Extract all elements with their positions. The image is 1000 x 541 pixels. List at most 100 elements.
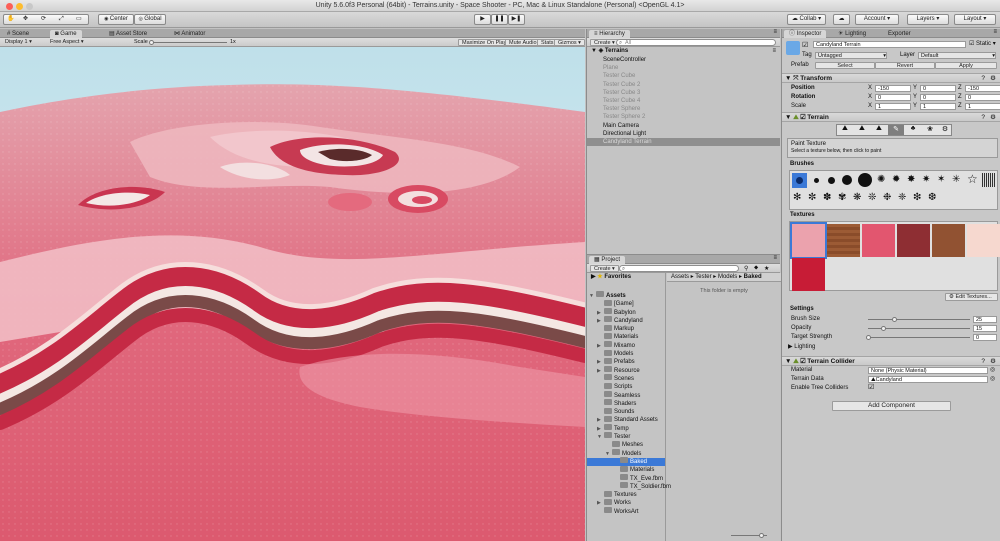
help-icon[interactable]: ? xyxy=(981,357,985,366)
project-folder-item[interactable]: Materials xyxy=(587,332,665,341)
project-folder-item[interactable]: Sounds xyxy=(587,407,665,416)
hierarchy-item[interactable]: SceneController xyxy=(587,56,780,64)
prefab-apply-button[interactable]: Apply xyxy=(935,62,997,69)
brush-icon[interactable] xyxy=(842,175,852,185)
layers-dropdown[interactable]: Layers ▾ xyxy=(907,14,949,25)
setting-slider-track[interactable] xyxy=(868,337,970,338)
smooth-height-icon[interactable]: ⛰ xyxy=(871,125,887,135)
prefab-revert-button[interactable]: Revert xyxy=(875,62,935,69)
project-folder-item[interactable]: Baked xyxy=(587,457,665,467)
texture-swatch[interactable] xyxy=(862,224,895,257)
project-folder-item[interactable]: ▶ Candyland xyxy=(587,316,665,325)
icon-size-slider-knob[interactable] xyxy=(759,533,764,538)
terrain-header[interactable]: ▼ ⛰ ☑ Terrain ? ⚙ xyxy=(782,112,1000,122)
hand-tool-icon[interactable]: ✋ xyxy=(7,15,14,24)
maximize-on-play-toggle[interactable]: Maximize On Play xyxy=(458,39,511,46)
transform-x-field[interactable]: 1 xyxy=(875,103,911,110)
transform-z-field[interactable]: -150 xyxy=(965,85,1000,92)
expand-arrow-icon[interactable]: ▶ xyxy=(597,358,601,366)
brush-icon[interactable]: ✸ xyxy=(907,174,915,185)
expand-arrow-icon[interactable]: ▶ xyxy=(597,309,601,317)
tab-inspector[interactable]: ⓘ Inspector xyxy=(784,30,827,38)
hierarchy-item[interactable]: Tester Cube 3 xyxy=(587,89,780,97)
texture-swatch[interactable] xyxy=(897,224,930,257)
project-folder-item[interactable]: WorksArt xyxy=(587,507,665,516)
brush-icon[interactable]: ❇ xyxy=(913,192,921,203)
expand-arrow-icon[interactable]: ▼ xyxy=(605,450,610,458)
display-dropdown[interactable]: Display 1 ▾ xyxy=(2,39,44,46)
paint-height-icon[interactable]: ⛰ xyxy=(854,125,870,135)
cloud-button[interactable]: ☁ xyxy=(833,14,850,25)
hierarchy-item[interactable]: Tester Cube xyxy=(587,72,780,80)
transform-z-field[interactable]: 1 xyxy=(965,103,1000,110)
object-picker-icon[interactable]: ◎ xyxy=(990,366,995,374)
expand-arrow-icon[interactable]: ▼ xyxy=(597,433,602,441)
project-folder-item[interactable]: ▶ Babylon xyxy=(587,308,665,317)
brush-icon[interactable]: ✻ xyxy=(793,192,801,203)
hierarchy-item[interactable]: Candyland Terrain xyxy=(587,137,780,147)
hierarchy-search-input[interactable]: ⌕ All xyxy=(616,39,776,46)
project-folder-item[interactable]: Models xyxy=(587,349,665,358)
prefab-select-button[interactable]: Select xyxy=(815,62,875,69)
project-search-input[interactable]: ⌕ xyxy=(619,265,739,272)
transform-y-field[interactable]: 1 xyxy=(920,103,956,110)
expand-arrow-icon[interactable]: ▼ xyxy=(589,292,594,300)
scene-header[interactable]: ▼ ◈ Terrains ≡ xyxy=(587,47,780,56)
setting-slider-knob[interactable] xyxy=(881,326,887,331)
project-folder-item[interactable]: ▼ Tester xyxy=(587,432,665,441)
expand-arrow-icon[interactable]: ▶ xyxy=(597,499,601,507)
help-icon[interactable]: ? xyxy=(981,74,985,83)
breadcrumb-item[interactable]: Tester xyxy=(695,274,711,280)
brush-icon[interactable] xyxy=(796,177,803,184)
transform-header[interactable]: ▼ ⤧ Transform ? ⚙ xyxy=(782,73,1000,83)
pivot-toggle-button[interactable]: ◉ Center xyxy=(98,14,134,25)
layer-dropdown[interactable]: Default ▾ xyxy=(918,52,996,59)
collab-button[interactable]: ☁ Collab ▾ xyxy=(787,14,826,25)
raise-terrain-icon[interactable]: ⛰ xyxy=(837,125,853,135)
layout-dropdown[interactable]: Layout ▾ xyxy=(954,14,996,25)
breadcrumb-item[interactable]: Baked xyxy=(744,274,762,280)
brush-icon[interactable]: ❆ xyxy=(928,192,936,203)
brush-icon[interactable]: ❊ xyxy=(868,192,876,203)
hierarchy-item[interactable]: Plane xyxy=(587,64,780,72)
tab-hierarchy[interactable]: ≡ Hierarchy xyxy=(589,30,630,38)
hierarchy-item[interactable]: Tester Cube 2 xyxy=(587,81,780,89)
active-checkbox[interactable]: ☑ xyxy=(802,41,808,49)
game-view-render[interactable] xyxy=(0,47,585,541)
static-checkbox[interactable]: ☑ Static ▾ xyxy=(969,40,996,48)
texture-swatch[interactable] xyxy=(932,224,965,257)
transform-x-field[interactable]: -150 xyxy=(875,85,911,92)
project-folder-item[interactable]: Shaders xyxy=(587,399,665,408)
breadcrumb-item[interactable]: Assets xyxy=(671,274,689,280)
collider-enabled-checkbox[interactable]: ☑ xyxy=(801,358,806,365)
terrain-data-field[interactable]: ⛰Candyland xyxy=(868,376,988,383)
collider-material-field[interactable]: None (Physic Material) xyxy=(868,367,988,374)
aspect-dropdown[interactable]: Free Aspect ▾ xyxy=(47,39,127,46)
play-button[interactable]: ▶ xyxy=(474,14,491,25)
gizmos-dropdown[interactable]: Gizmos ▾ xyxy=(554,39,585,46)
project-folder-item[interactable]: Textures xyxy=(587,490,665,499)
setting-value-field[interactable]: 15 xyxy=(973,325,997,332)
tab-game[interactable]: ◙ Game xyxy=(50,30,82,38)
edit-textures-button[interactable]: ⚙ Edit Textures... xyxy=(945,293,998,301)
expand-arrow-icon[interactable]: ▶ xyxy=(597,342,601,350)
minimize-window-button[interactable] xyxy=(16,3,23,10)
transform-y-field[interactable]: 0 xyxy=(920,85,956,92)
project-folder-item[interactable]: TX_Soldier.fbm xyxy=(587,482,671,491)
setting-slider-track[interactable] xyxy=(868,319,970,320)
settings-gear-icon[interactable]: ⚙ xyxy=(990,74,996,83)
favorites-header[interactable]: ▶ ★ Favorites xyxy=(587,273,665,282)
brush-icon[interactable]: ✳ xyxy=(952,174,960,185)
brush-icon[interactable]: ✽ xyxy=(823,192,831,203)
tree-colliders-checkbox[interactable]: ☑ xyxy=(868,384,874,392)
project-folder-item[interactable]: ▶ Works xyxy=(587,498,665,507)
brush-icon[interactable] xyxy=(858,173,872,187)
tab-project[interactable]: ▦ Project xyxy=(589,256,626,264)
tab-lighting[interactable]: ☀ Lighting xyxy=(833,30,871,38)
panel-menu-icon[interactable]: ≡ xyxy=(773,255,777,261)
project-folder-item[interactable]: Scenes xyxy=(587,374,665,383)
expand-arrow-icon[interactable]: ▶ xyxy=(597,367,601,375)
brush-icon[interactable]: ❉ xyxy=(883,192,891,203)
hierarchy-item[interactable]: Main Camera xyxy=(587,122,780,130)
paint-details-icon[interactable]: ❀ xyxy=(922,125,938,135)
